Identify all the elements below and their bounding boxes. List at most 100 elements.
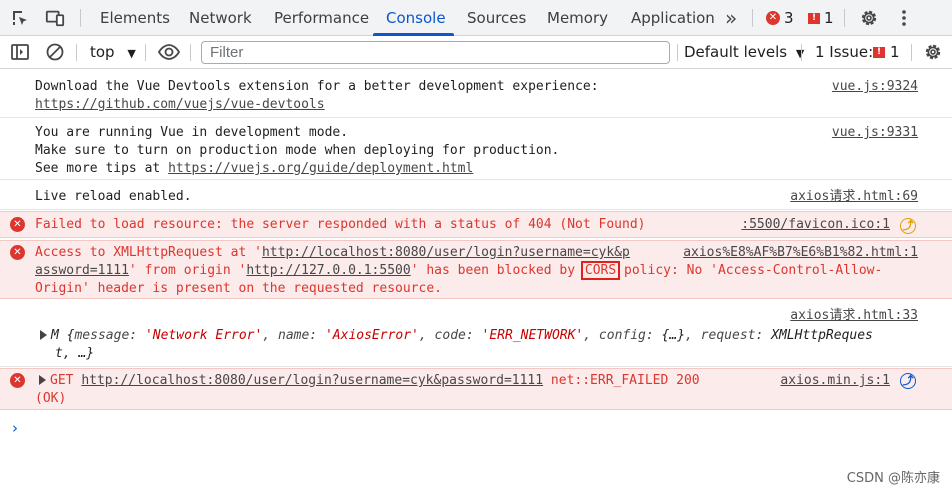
object-key: , name: bbox=[262, 328, 325, 343]
log-levels-dropdown[interactable]: Default levels ▼ bbox=[684, 36, 804, 69]
network-request-icon[interactable]: ⤴ bbox=[900, 373, 916, 389]
message-source-link[interactable]: :5500/favicon.ico:1 bbox=[741, 216, 890, 234]
toolbar-divider-2 bbox=[145, 44, 146, 61]
message-text-part: ' from origin ' bbox=[128, 263, 247, 278]
context-selector[interactable]: top ▼ bbox=[90, 36, 136, 69]
object-preview[interactable]: M {message: 'Network Error', name: 'Axio… bbox=[40, 327, 873, 345]
message-text: GET http://localhost:8080/user/login?use… bbox=[35, 372, 700, 390]
message-link[interactable]: https://github.com/vuejs/vue-devtools bbox=[35, 96, 325, 114]
message-source-link[interactable]: axios.min.js:1 bbox=[780, 372, 890, 390]
log-levels-value: Default levels bbox=[684, 43, 788, 61]
gear-icon[interactable] bbox=[923, 42, 943, 62]
issue-flag-icon[interactable] bbox=[808, 11, 820, 25]
request-method: GET bbox=[50, 373, 82, 388]
object-value: 'AxiosError' bbox=[324, 328, 419, 343]
message-text: Make sure to turn on production mode whe… bbox=[35, 143, 560, 158]
object-prefix: M { bbox=[51, 328, 75, 343]
tabbar-divider-2 bbox=[752, 9, 753, 27]
expand-arrow-icon[interactable] bbox=[39, 375, 46, 385]
console-message: Download the Vue Devtools extension for … bbox=[0, 76, 952, 118]
message-link[interactable]: http://127.0.0.1:5500 bbox=[246, 263, 410, 278]
error-icon: ✕ bbox=[10, 217, 25, 232]
more-tabs-icon[interactable]: » bbox=[725, 0, 737, 36]
message-text: Origin' header is present on the request… bbox=[35, 281, 442, 296]
issues-count: 1 bbox=[890, 43, 900, 61]
issues-button[interactable]: 1 Issue: bbox=[815, 36, 873, 69]
message-link[interactable]: http://localhost:8080/user/login?usernam… bbox=[262, 245, 630, 260]
error-count[interactable]: 3 bbox=[784, 0, 794, 36]
console-error-message: ✕ Failed to load resource: the server re… bbox=[0, 211, 952, 238]
tab-performance[interactable]: Performance bbox=[274, 0, 369, 36]
object-key: , code: bbox=[418, 328, 482, 343]
object-key: message: bbox=[74, 328, 145, 343]
watermark: CSDN @陈亦康 bbox=[846, 471, 940, 486]
cors-highlight: CORS bbox=[580, 261, 621, 280]
issues-label: 1 Issue: bbox=[815, 43, 874, 61]
gear-icon[interactable] bbox=[859, 8, 879, 28]
toolbar-divider-3 bbox=[190, 44, 191, 61]
console-message: axios请求.html:33 M {message: 'Network Err… bbox=[0, 301, 952, 367]
object-value: XMLHttpReques bbox=[771, 328, 873, 343]
message-text-prefix: See more tips at bbox=[35, 161, 169, 176]
tabbar-divider-3 bbox=[844, 9, 845, 27]
issue-flag-icon bbox=[873, 45, 885, 59]
object-key: , request: bbox=[685, 328, 772, 343]
error-icon: ✕ bbox=[10, 245, 25, 260]
message-source-link[interactable]: axios请求.html:33 bbox=[790, 307, 918, 325]
error-count-icon[interactable]: ✕ bbox=[766, 11, 780, 25]
tab-sources[interactable]: Sources bbox=[467, 0, 526, 36]
message-text: assword=1111' from origin 'http://127.0.… bbox=[35, 261, 883, 280]
error-icon: ✕ bbox=[10, 373, 25, 388]
chevron-down-icon: ▼ bbox=[127, 47, 136, 60]
expand-arrow-icon[interactable] bbox=[40, 330, 47, 340]
tab-memory[interactable]: Memory bbox=[547, 0, 608, 36]
toolbar-divider-5 bbox=[801, 44, 802, 61]
message-link[interactable]: assword=1111 bbox=[35, 263, 129, 278]
tab-console[interactable]: Console bbox=[386, 0, 446, 36]
clear-console-icon[interactable] bbox=[45, 42, 65, 62]
message-text: Access to XMLHttpRequest at 'http://loca… bbox=[35, 244, 630, 262]
network-request-icon[interactable]: ⤴ bbox=[900, 218, 916, 234]
message-text: See more tips at https://vuejs.org/guide… bbox=[35, 160, 473, 178]
message-text-part: ' has been blocked by bbox=[410, 263, 583, 278]
console-output: Download the Vue Devtools extension for … bbox=[0, 70, 952, 495]
message-text: Download the Vue Devtools extension for … bbox=[35, 79, 599, 94]
message-text: (OK) bbox=[35, 391, 67, 406]
message-text-part: Access to XMLHttpRequest at ' bbox=[35, 245, 262, 260]
message-source-link[interactable]: vue.js:9331 bbox=[832, 124, 918, 142]
object-key: , config: bbox=[583, 328, 662, 343]
console-prompt-icon[interactable]: › bbox=[12, 419, 18, 437]
device-toolbar-icon[interactable] bbox=[45, 8, 65, 28]
message-source-link[interactable]: axios请求.html:69 bbox=[790, 188, 918, 206]
devtools-tabbar: Elements Network Performance Console Sou… bbox=[0, 0, 952, 36]
tab-network[interactable]: Network bbox=[189, 0, 252, 36]
console-toolbar: top ▼ Default levels ▼ 1 Issue: 1 bbox=[0, 36, 952, 69]
object-preview-continued: t, …} bbox=[55, 346, 95, 361]
sidebar-toggle-icon[interactable] bbox=[10, 42, 30, 62]
toolbar-divider-6 bbox=[911, 44, 912, 61]
object-value: 'ERR_NETWORK' bbox=[481, 328, 584, 343]
message-link[interactable]: https://vuejs.org/guide/deployment.html bbox=[168, 161, 473, 176]
object-value: {…} bbox=[661, 328, 686, 343]
object-value: 'Network Error' bbox=[144, 328, 263, 343]
toolbar-divider bbox=[76, 44, 77, 61]
issue-count[interactable]: 1 bbox=[824, 0, 834, 36]
eye-icon[interactable] bbox=[157, 42, 181, 62]
message-source-link[interactable]: axios%E8%AF%B7%E6%B1%82.html:1 bbox=[683, 244, 918, 262]
tab-elements[interactable]: Elements bbox=[100, 0, 170, 36]
toolbar-divider-4 bbox=[677, 44, 678, 61]
console-message: Live reload enabled. axios请求.html:69 bbox=[0, 182, 952, 210]
message-text: Failed to load resource: the server resp… bbox=[35, 217, 646, 232]
message-text: Live reload enabled. bbox=[35, 189, 192, 204]
inspect-element-icon[interactable] bbox=[10, 8, 30, 28]
kebab-menu-icon[interactable] bbox=[894, 8, 914, 28]
message-text-part: policy: No 'Access-Control-Allow- bbox=[616, 263, 883, 278]
message-text: You are running Vue in development mode. bbox=[35, 125, 349, 140]
request-status: net::ERR_FAILED 200 bbox=[543, 373, 700, 388]
tab-application[interactable]: Application bbox=[631, 0, 715, 36]
message-link[interactable]: http://localhost:8080/user/login?usernam… bbox=[81, 373, 543, 388]
message-source-link[interactable]: vue.js:9324 bbox=[832, 78, 918, 96]
context-value: top bbox=[90, 43, 115, 61]
console-error-message: ✕ GET http://localhost:8080/user/login?u… bbox=[0, 368, 952, 410]
filter-input[interactable] bbox=[201, 41, 670, 64]
